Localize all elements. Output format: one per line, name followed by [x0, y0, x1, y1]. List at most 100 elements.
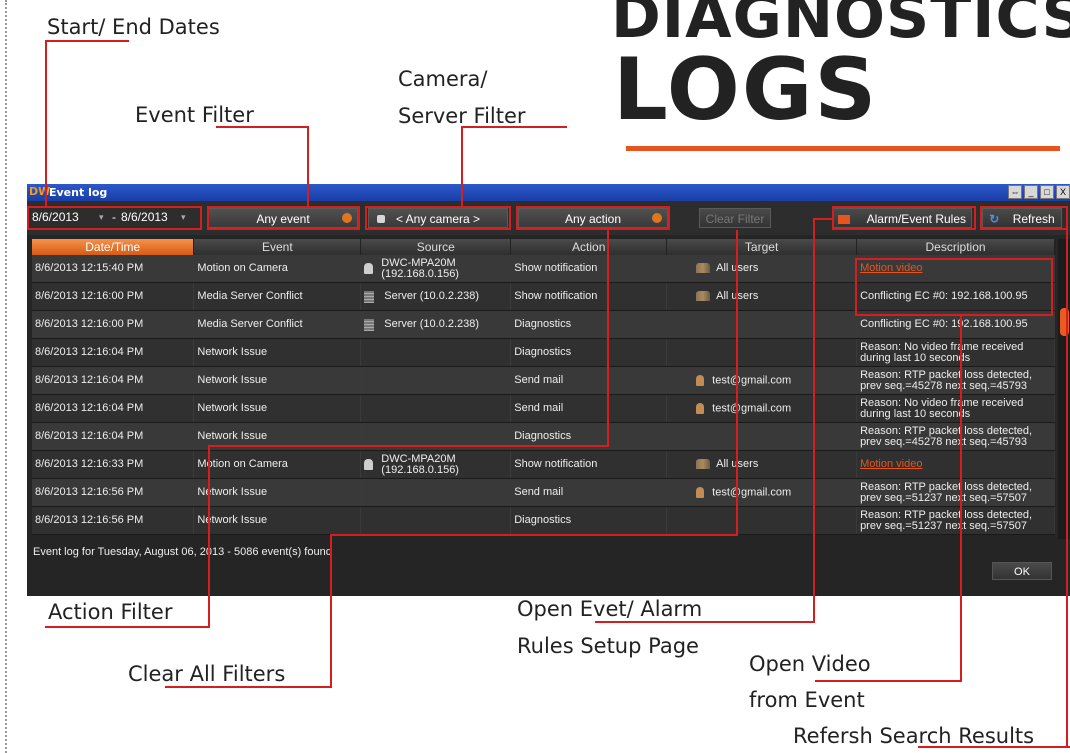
datetime-text: 8/6/2013 12:16:00 PM	[35, 290, 144, 302]
callout-open-video-1: Open Video	[749, 652, 871, 676]
action-text: Show notification	[514, 262, 598, 274]
clear-filter-button[interactable]: Clear Filter	[699, 208, 771, 228]
cell-description: Reason: RTP packet loss detected, prev s…	[856, 506, 1055, 535]
title-accent-bar	[626, 146, 1060, 151]
cell-event: Network Issue	[193, 478, 362, 507]
cell-event: Network Issue	[193, 338, 362, 367]
app-logo: DW	[29, 185, 51, 198]
cell-datetime: 8/6/2013 12:16:00 PM	[32, 310, 195, 339]
connector-line	[307, 126, 309, 206]
cell-target	[666, 338, 858, 367]
table-row[interactable]: 8/6/2013 12:16:04 PM Network Issue Diagnos…	[32, 338, 1055, 367]
highlight-action-filter	[516, 206, 670, 230]
connector-line	[45, 40, 47, 206]
close-icon[interactable]: X	[1056, 185, 1070, 199]
ok-button[interactable]: OK	[992, 562, 1052, 580]
highlight-dates	[27, 206, 202, 230]
highlight-video-link	[855, 258, 1053, 316]
connector-line	[461, 126, 463, 206]
cell-description: Reason: RTP packet loss detected, prev s…	[856, 478, 1055, 507]
table-row[interactable]: 8/6/2013 12:16:56 PM Network Issue Send ma…	[32, 478, 1055, 507]
connector-line	[330, 534, 738, 536]
cell-description: Reason: RTP packet loss detected, prev s…	[856, 366, 1055, 395]
cell-source: DWC-MPA20M (192.168.0.156)	[360, 255, 512, 283]
datetime-text: 8/6/2013 12:16:04 PM	[35, 374, 144, 386]
cell-datetime: 8/6/2013 12:16:56 PM	[32, 506, 195, 535]
cell-action: Diagnostics	[510, 338, 668, 367]
column-header-action[interactable]: Action	[510, 239, 668, 255]
cell-source	[360, 394, 512, 423]
callout-underline	[918, 746, 1070, 748]
cell-datetime: 8/6/2013 12:16:33 PM	[32, 450, 195, 479]
event-text: Media Server Conflict	[197, 290, 303, 302]
cell-target: All users	[666, 282, 858, 311]
user-icon	[696, 402, 705, 414]
action-text: Diagnostics	[514, 346, 572, 358]
table-row[interactable]: 8/6/2013 12:16:04 PM Network Issue Send ma…	[32, 366, 1055, 395]
callout-underline	[815, 680, 962, 682]
column-header-source[interactable]: Source	[360, 239, 512, 255]
server-icon	[364, 318, 375, 331]
minimize-icon[interactable]: _	[1024, 185, 1038, 199]
highlight-camera-filter	[365, 206, 511, 230]
target-text: test@gmail.com	[712, 402, 792, 415]
server-icon	[364, 290, 375, 303]
callout-open-video-2: from Event	[749, 688, 865, 712]
page-title-line2: LOGS	[613, 40, 879, 140]
description-text: Reason: RTP packet loss detected, prev s…	[860, 424, 1033, 448]
column-header-event[interactable]: Event	[193, 239, 362, 255]
cell-source	[360, 366, 512, 395]
cell-datetime: 8/6/2013 12:16:56 PM	[32, 478, 195, 507]
callout-underline	[165, 686, 331, 688]
vertical-scrollbar[interactable]	[1058, 239, 1070, 539]
cell-datetime: 8/6/2013 12:16:04 PM	[32, 366, 195, 395]
action-text: Diagnostics	[514, 318, 572, 330]
table-row[interactable]: 8/6/2013 12:16:04 PM Network Issue Send ma…	[32, 394, 1055, 423]
maximize-icon[interactable]: □	[1040, 185, 1054, 199]
event-text: Network Issue	[197, 374, 268, 386]
datetime-text: 8/6/2013 12:16:33 PM	[35, 458, 144, 470]
table-row[interactable]: 8/6/2013 12:16:33 PM Motion on Camera DWC-…	[32, 450, 1055, 479]
cell-action: Diagnostics	[510, 310, 668, 339]
users-icon	[696, 459, 711, 470]
column-header-description[interactable]: Description	[856, 239, 1055, 255]
restore-icon[interactable]: ⇔	[1008, 185, 1022, 199]
callout-action-filter: Action Filter	[48, 600, 173, 624]
connector-line	[960, 316, 962, 682]
source-text: Server (10.0.2.238)	[384, 318, 480, 330]
source-text-group: DWC-MPA20M (192.168.0.156)	[381, 257, 459, 280]
description-text: Reason: No video frame received during l…	[860, 340, 1024, 364]
cell-source: DWC-MPA20M (192.168.0.156)	[360, 450, 512, 479]
cell-datetime: 8/6/2013 12:16:04 PM	[32, 394, 195, 423]
description-text: Reason: No video frame received during l…	[860, 396, 1024, 420]
cell-event: Media Server Conflict	[193, 282, 362, 311]
cell-source	[360, 506, 512, 535]
cell-action: Diagnostics	[510, 506, 668, 535]
cell-action: Send mail	[510, 478, 668, 507]
connector-line	[607, 230, 609, 446]
column-header-target[interactable]: Target	[666, 239, 858, 255]
action-text: Send mail	[514, 402, 564, 414]
window-titlebar: DW Event log ⇔ _ □ X	[27, 184, 1070, 201]
cell-source: Server (10.0.2.238)	[360, 282, 512, 311]
datetime-text: 8/6/2013 12:16:56 PM	[35, 486, 144, 498]
callout-open-rules-2: Rules Setup Page	[517, 634, 699, 658]
action-text: Send mail	[514, 486, 564, 498]
cell-event: Motion on Camera	[193, 255, 362, 283]
action-text: Show notification	[514, 290, 598, 302]
camera-icon	[364, 263, 374, 274]
callout-underline	[595, 621, 815, 623]
cell-source	[360, 478, 512, 507]
cell-target: All users	[666, 450, 858, 479]
column-header-datetime[interactable]: Date/Time	[32, 239, 195, 255]
highlight-refresh-button	[980, 206, 1068, 230]
motion-video-link[interactable]: Motion video	[860, 458, 922, 470]
event-text: Network Issue	[197, 346, 268, 358]
table-row[interactable]: 8/6/2013 12:16:56 PM Network Issue Diagnos…	[32, 506, 1055, 535]
user-icon	[696, 486, 705, 498]
datetime-text: 8/6/2013 12:15:40 PM	[35, 262, 144, 274]
source-text-group: Server (10.0.2.238)	[384, 291, 479, 302]
cell-action: Send mail	[510, 394, 668, 423]
description-text: Reason: RTP packet loss detected, prev s…	[860, 480, 1033, 504]
status-text: Event log for Tuesday, August 06, 2013 -…	[33, 546, 332, 558]
